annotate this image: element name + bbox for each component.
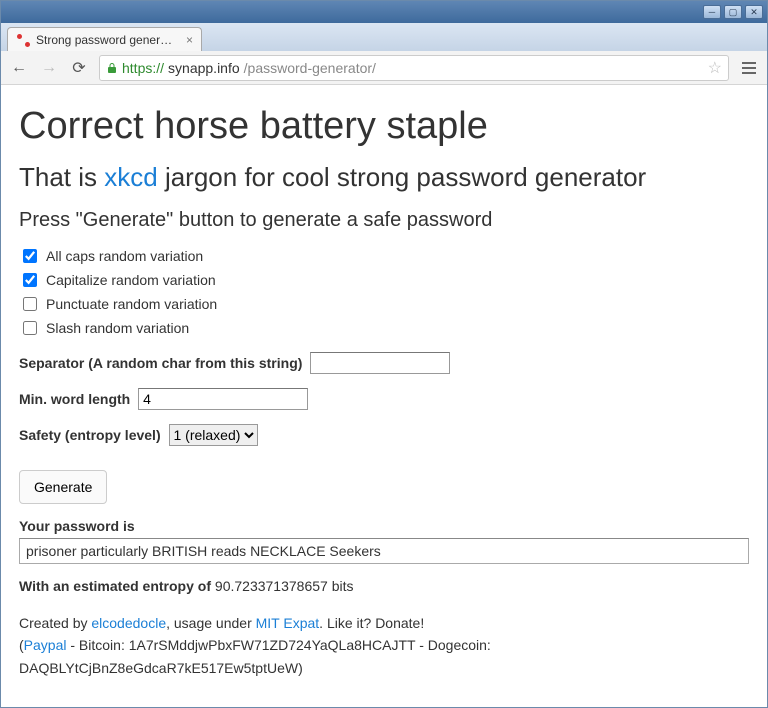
- window-minimize-button[interactable]: ─: [703, 5, 721, 19]
- entropy-unit: bits: [332, 578, 354, 594]
- url-scheme: https://: [122, 60, 164, 76]
- author-link[interactable]: elcodedocle: [91, 615, 166, 631]
- footer-doge-prefix: - Dogecoin:: [415, 637, 490, 653]
- options-group: All caps random variation Capitalize ran…: [19, 246, 749, 338]
- footer-created-by: Created by: [19, 615, 91, 631]
- option-row-allcaps: All caps random variation: [19, 246, 749, 266]
- allcaps-checkbox[interactable]: [23, 249, 37, 263]
- nav-forward-button[interactable]: →: [39, 58, 59, 78]
- tab-active[interactable]: Strong password generator ×: [7, 27, 202, 51]
- browser-menu-button[interactable]: [739, 62, 759, 74]
- license-link[interactable]: MIT Expat: [256, 615, 320, 631]
- option-row-slash: Slash random variation: [19, 318, 749, 338]
- capitalize-checkbox[interactable]: [23, 273, 37, 287]
- subtitle-prefix: That is: [19, 162, 104, 192]
- url-path: /password-generator/: [244, 60, 376, 76]
- footer-like-it: . Like it? Donate!: [319, 615, 424, 631]
- separator-label: Separator (A random char from this strin…: [19, 355, 302, 371]
- address-bar[interactable]: https://synapp.info/password-generator/ …: [99, 55, 729, 81]
- safety-label: Safety (entropy level): [19, 427, 161, 443]
- url-host: synapp.info: [168, 60, 240, 76]
- footer-close-paren: ): [298, 660, 303, 676]
- window-maximize-button[interactable]: ▢: [724, 5, 742, 19]
- min-word-length-input[interactable]: [138, 388, 308, 410]
- min-word-length-label: Min. word length: [19, 391, 130, 407]
- option-row-punctuate: Punctuate random variation: [19, 294, 749, 314]
- paypal-link[interactable]: Paypal: [24, 637, 67, 653]
- entropy-label: With an estimated entropy of: [19, 578, 211, 594]
- tab-close-icon[interactable]: ×: [186, 33, 193, 47]
- result-output[interactable]: [19, 538, 749, 564]
- footer: Created by elcodedocle, usage under MIT …: [19, 612, 749, 679]
- tab-title: Strong password generator: [36, 33, 176, 47]
- instruction-text: Press "Generate" button to generate a sa…: [19, 209, 749, 232]
- footer-btc-prefix: - Bitcoin:: [66, 637, 128, 653]
- safety-row: Safety (entropy level) 1 (relaxed): [19, 424, 749, 446]
- xkcd-link[interactable]: xkcd: [104, 162, 157, 192]
- separator-input[interactable]: [310, 352, 450, 374]
- lock-icon: [106, 62, 118, 74]
- punctuate-checkbox[interactable]: [23, 297, 37, 311]
- dogecoin-address: DAQBLYtCjBnZ8eGdcaR7kE517Ew5tptUeW: [19, 660, 298, 676]
- nav-reload-button[interactable]: ⟳: [69, 58, 89, 78]
- result-label: Your password is: [19, 518, 749, 534]
- allcaps-label: All caps random variation: [46, 248, 203, 264]
- footer-usage-under: , usage under: [166, 615, 256, 631]
- tab-strip: Strong password generator ×: [1, 23, 767, 51]
- punctuate-label: Punctuate random variation: [46, 296, 217, 312]
- window-titlebar: ─ ▢ ✕: [1, 1, 767, 23]
- page-title: Correct horse battery staple: [19, 105, 749, 148]
- subtitle-suffix: jargon for cool strong password generato…: [158, 162, 647, 192]
- page-content: Correct horse battery staple That is xkc…: [1, 85, 767, 707]
- browser-toolbar: ← → ⟳ https://synapp.info/password-gener…: [1, 51, 767, 85]
- browser-window: ─ ▢ ✕ Strong password generator × ← → ⟳ …: [0, 0, 768, 708]
- generate-button[interactable]: Generate: [19, 470, 107, 504]
- slash-label: Slash random variation: [46, 320, 189, 336]
- entropy-value: 90.723371378657: [215, 578, 328, 594]
- nav-back-button[interactable]: ←: [9, 58, 29, 78]
- bookmark-star-icon[interactable]: ☆: [708, 58, 722, 78]
- window-close-button[interactable]: ✕: [745, 5, 763, 19]
- slash-checkbox[interactable]: [23, 321, 37, 335]
- entropy-line: With an estimated entropy of 90.72337137…: [19, 578, 749, 594]
- min-word-length-row: Min. word length: [19, 388, 749, 410]
- option-row-capitalize: Capitalize random variation: [19, 270, 749, 290]
- separator-row: Separator (A random char from this strin…: [19, 352, 749, 374]
- tab-favicon-icon: [16, 33, 30, 47]
- page-subtitle: That is xkcd jargon for cool strong pass…: [19, 162, 749, 193]
- bitcoin-address: 1A7rSMddjwPbxFW71ZD724YaQLa8HCAJTT: [129, 637, 416, 653]
- capitalize-label: Capitalize random variation: [46, 272, 216, 288]
- safety-select[interactable]: 1 (relaxed): [169, 424, 258, 446]
